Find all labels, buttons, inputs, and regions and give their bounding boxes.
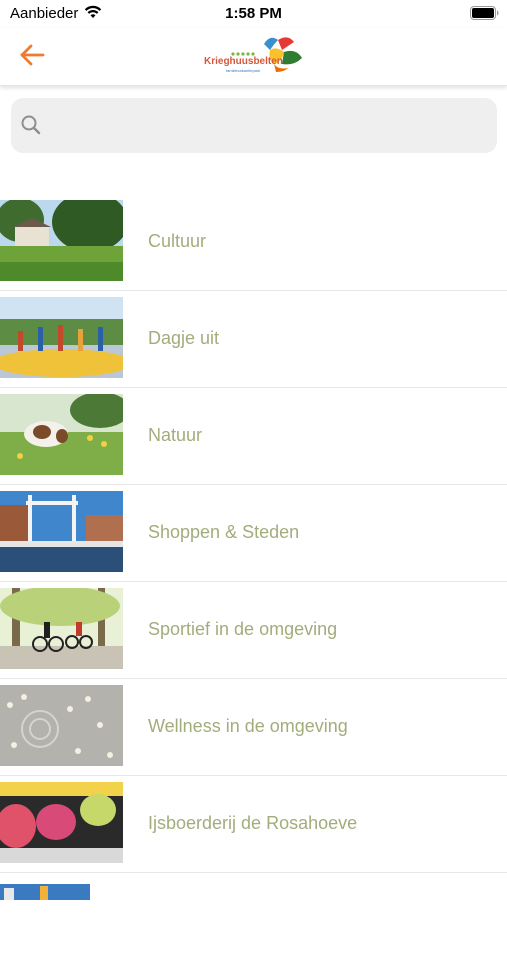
- list-item-label: Sportief in de omgeving: [148, 619, 338, 639]
- list-item-shoppen-steden[interactable]: Shoppen & Steden: [0, 484, 507, 582]
- list-item-sportief[interactable]: Sportief in de omgeving: [0, 581, 507, 679]
- list-item-label: Ijsboerderij de Rosahoeve: [148, 813, 358, 833]
- list-item-label: Wellness in de omgeving: [148, 716, 348, 736]
- drawbridge-canal-photo: [0, 491, 123, 572]
- spa-stones-photo: [0, 685, 123, 766]
- list-item-label: Shoppen & Steden: [148, 522, 300, 542]
- clock: 1:58 PM: [225, 5, 282, 22]
- list-item-label: Natuur: [148, 425, 203, 445]
- logo-subtext: familievakantiepark: [226, 68, 261, 73]
- battery-icon: [470, 6, 499, 25]
- list-item-partial[interactable]: [0, 872, 507, 969]
- cow-in-meadow-photo: [0, 394, 123, 475]
- ice-cream-display-photo: [0, 782, 123, 863]
- park-with-house-photo: [0, 200, 123, 281]
- park-logo: Krieghuusbelten familievakantiepark: [204, 34, 304, 78]
- list-item-wellness[interactable]: Wellness in de omgeving: [0, 678, 507, 776]
- list-item-label: Cultuur: [148, 231, 207, 251]
- partial-photo: [0, 884, 123, 900]
- back-button[interactable]: [14, 38, 54, 72]
- search-bar[interactable]: [11, 98, 497, 153]
- list-item-natuur[interactable]: Natuur: [0, 387, 507, 485]
- list-item-dagje-uit[interactable]: Dagje uit: [0, 290, 507, 388]
- list-item-ijsboerderij[interactable]: Ijsboerderij de Rosahoeve: [0, 775, 507, 873]
- list-item-cultuur[interactable]: Cultuur: [0, 193, 507, 291]
- status-bar: Aanbieder 1:58 PM: [0, 0, 507, 28]
- group-on-trampoline-photo: [0, 297, 123, 378]
- navigation-bar: Krieghuusbelten familievakantiepark: [0, 28, 507, 86]
- search-icon: [20, 114, 42, 141]
- list-item-label: Dagje uit: [148, 328, 220, 348]
- cyclists-in-forest-photo: [0, 588, 123, 669]
- search-input[interactable]: [51, 108, 485, 145]
- logo-text: Krieghuusbelten: [204, 56, 283, 67]
